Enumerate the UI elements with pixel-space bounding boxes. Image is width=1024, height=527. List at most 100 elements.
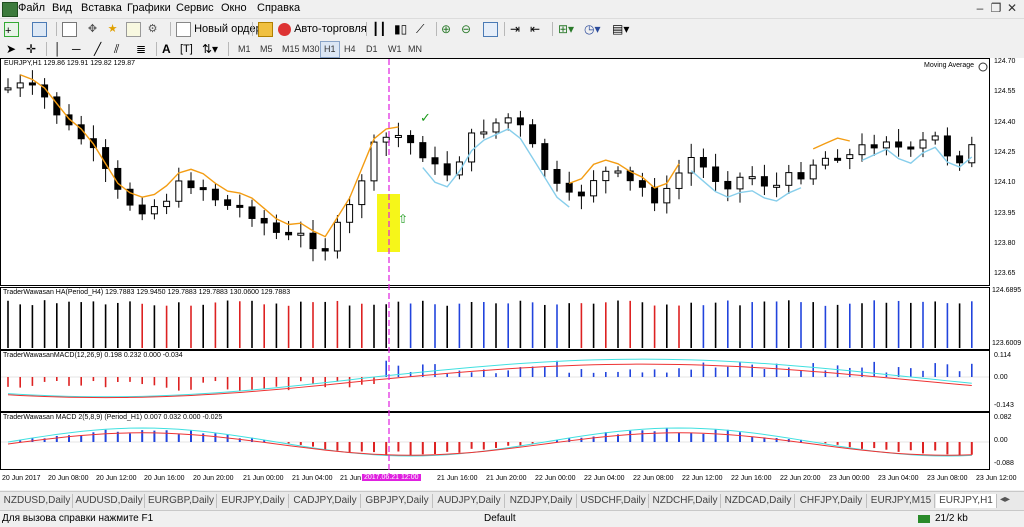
indicators-icon[interactable]: ⊞▾ <box>558 21 574 37</box>
time-label: 21 Jun 08:00 <box>340 475 362 482</box>
tab-usdchf-daily[interactable]: USDCHF,Daily <box>578 494 649 508</box>
candle-body <box>333 221 341 252</box>
chart-shift-icon[interactable]: ⇤ <box>530 21 540 37</box>
tf-d1[interactable]: D1 <box>362 41 382 58</box>
tab-cadjpy-daily[interactable]: CADJPY,Daily <box>290 494 361 508</box>
window-controls: – ❐ ✕ <box>972 1 1020 15</box>
periods-icon[interactable]: ◷▾ <box>584 21 601 37</box>
tf-h4[interactable]: H4 <box>340 41 360 58</box>
candle-body <box>297 232 305 236</box>
menu-tools[interactable]: Сервис <box>176 2 214 14</box>
new-chart-icon[interactable]: + <box>4 21 19 37</box>
bar-chart-icon[interactable]: ┃┃ <box>372 21 386 37</box>
candle-body <box>760 176 768 187</box>
tabs-scroll-icon[interactable]: ◂▸ <box>1000 494 1010 505</box>
candle-body <box>419 142 427 159</box>
crosshair-icon[interactable]: ✛ <box>26 41 36 57</box>
candle-body <box>28 82 36 86</box>
candle-body <box>321 248 329 252</box>
tile-windows-icon[interactable] <box>483 21 498 37</box>
chart-canvas[interactable]: ✓ ⇧ <box>0 58 1024 490</box>
tab-eurgbp-daily[interactable]: EURGBP,Daily <box>146 494 217 508</box>
tf-mn[interactable]: MN <box>404 41 426 58</box>
time-label: 23 Jun 08:00 <box>927 475 968 482</box>
sub1-header: TraderWawasan HA(Period_H4) 129.7883 129… <box>3 289 291 296</box>
close-icon[interactable]: ✕ <box>1004 1 1020 15</box>
cursor-icon[interactable]: ➤ <box>6 41 16 57</box>
favorites-icon[interactable]: ★ <box>106 21 119 37</box>
restore-icon[interactable]: ❐ <box>988 1 1004 15</box>
ma-orange-line <box>812 137 850 150</box>
menu-view[interactable]: Вид <box>52 2 72 14</box>
candle-body <box>358 180 366 206</box>
text-label-icon[interactable]: [T] <box>180 41 193 57</box>
autoscroll-icon[interactable]: ⇥ <box>510 21 520 37</box>
vertical-line-icon[interactable]: │ <box>54 41 62 57</box>
market-watch-icon[interactable] <box>62 21 77 37</box>
tf-w1[interactable]: W1 <box>384 41 406 58</box>
ma-blue-line <box>690 170 802 202</box>
tab-audusd-daily[interactable]: AUDUSD,Daily <box>74 494 145 508</box>
minimize-icon[interactable]: – <box>972 1 988 15</box>
candle-body <box>614 170 622 174</box>
candle-body <box>468 132 476 163</box>
fibonacci-icon[interactable]: ≣ <box>136 41 146 57</box>
horizontal-line-icon[interactable]: ─ <box>72 41 81 57</box>
navigator-icon[interactable]: ✥ <box>86 21 99 37</box>
tab-nzdcad-daily[interactable]: NZDCAD,Daily <box>722 494 795 508</box>
connection-icon <box>918 515 930 523</box>
time-label: 21 Jun 20:00 <box>486 475 527 482</box>
trendline-icon[interactable]: ╱ <box>94 41 101 57</box>
autotrading-button[interactable]: Авто-торговля <box>278 21 367 37</box>
tab-chfjpy-daily[interactable]: CHFJPY,Daily <box>796 494 867 508</box>
close-icon[interactable] <box>978 62 988 72</box>
candle-body <box>748 176 756 180</box>
menu-insert[interactable]: Вставка <box>81 2 122 14</box>
time-label: 22 Jun 08:00 <box>633 475 674 482</box>
tf-h1[interactable]: H1 <box>320 41 340 58</box>
tf-m5[interactable]: M5 <box>256 41 277 58</box>
candle-body <box>199 187 207 191</box>
tab-gbpjpy-daily[interactable]: GBPJPY,Daily <box>362 494 433 508</box>
tab-eurjpy-m15[interactable]: EURJPY,M15 <box>868 494 935 508</box>
sub2-header: TraderWawasanMACD(12,26,9) 0.198 0.232 0… <box>3 352 183 359</box>
candle-body <box>163 200 171 208</box>
profiles-icon[interactable] <box>32 21 47 37</box>
terminal-icon[interactable] <box>126 21 141 37</box>
tf-m1[interactable]: M1 <box>234 41 255 58</box>
sub3-scale: 0.00 <box>994 437 1008 444</box>
tab-eurjpy-h1[interactable]: EURJPY,H1 <box>936 494 997 508</box>
candle-body <box>382 136 390 143</box>
candle-body <box>712 166 720 182</box>
standard-toolbar: + ✥ ★ ⚙ Новый ордер Авто-торговля ┃┃ ▮▯ … <box>0 19 1024 40</box>
line-chart-icon[interactable]: ⟋ <box>416 21 424 37</box>
candle-body <box>785 172 793 186</box>
menu-file[interactable]: Файл <box>18 2 45 14</box>
channel-icon[interactable]: ⫽ <box>114 41 119 57</box>
tab-nzdjpy-daily[interactable]: NZDJPY,Daily <box>506 494 577 508</box>
text-icon[interactable]: A <box>162 41 171 57</box>
metaeditor-icon[interactable] <box>258 21 273 37</box>
menu-window[interactable]: Окно <box>221 2 247 14</box>
candle-body <box>370 141 378 182</box>
arrows-icon[interactable]: ⇅▾ <box>202 41 218 57</box>
sub2-scale: -0.143 <box>994 402 1014 409</box>
tab-nzdchf-daily[interactable]: NZDCHF,Daily <box>650 494 721 508</box>
tab-eurjpy-daily[interactable]: EURJPY,Daily <box>218 494 289 508</box>
new-order-button[interactable]: Новый ордер <box>176 21 262 37</box>
candle-body <box>907 146 915 150</box>
tab-audjpy-daily[interactable]: AUDJPY,Daily <box>434 494 505 508</box>
zoom-out-icon[interactable]: ⊖ <box>461 21 471 37</box>
tab-nzdusd-daily[interactable]: NZDUSD,Daily <box>2 494 73 508</box>
menu-help[interactable]: Справка <box>257 2 300 14</box>
price-label: 124.25 <box>994 149 1016 156</box>
chart-window[interactable]: ✓ ⇧ EURJPY,H1 129.86 129.91 129.82 129.8… <box>0 58 1024 490</box>
zoom-in-icon[interactable]: ⊕ <box>441 21 451 37</box>
menu-charts[interactable]: Графики <box>127 2 171 14</box>
candlestick-icon[interactable]: ▮▯ <box>394 21 407 37</box>
time-label: 22 Jun 16:00 <box>731 475 772 482</box>
sub3-scale: -0.088 <box>994 460 1014 467</box>
tester-icon[interactable]: ⚙ <box>146 21 159 37</box>
status-traffic: 21/2 kb <box>935 513 968 524</box>
templates-icon[interactable]: ▤▾ <box>612 21 629 37</box>
